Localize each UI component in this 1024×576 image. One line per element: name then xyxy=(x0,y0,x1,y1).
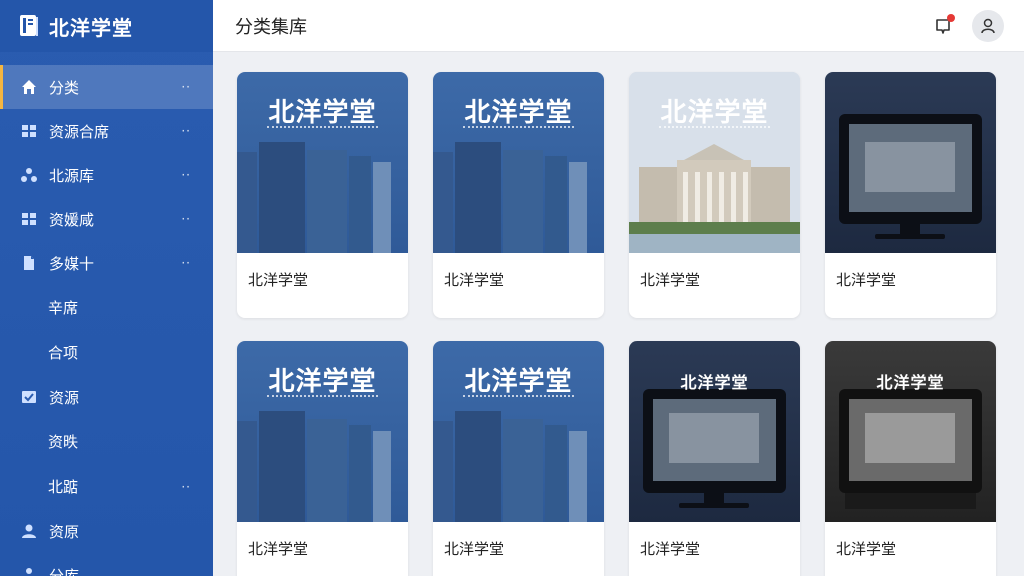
sidebar-subitem-1[interactable]: 辛席 xyxy=(0,285,213,330)
grid-icon xyxy=(20,210,38,228)
card-title: 北洋学堂 xyxy=(444,540,505,558)
sidebar-item-label: 资昳 xyxy=(48,433,79,451)
card-thumbnail: 北洋学堂 xyxy=(433,341,604,522)
sidebar-item-label: 资源合席 xyxy=(49,122,110,141)
sidebar-subitem-3[interactable]: 资昳 xyxy=(0,419,213,464)
cluster-icon xyxy=(20,566,38,576)
sidebar-item-label: 辛席 xyxy=(48,299,79,317)
sidebar-item-resources-collection[interactable]: 资源合席 ·· xyxy=(0,109,213,153)
resource-card[interactable]: 北洋学堂 北洋学堂 xyxy=(237,72,408,318)
sidebar-item-resources-media[interactable]: 资媛咸 ·· xyxy=(0,197,213,241)
thumbnail-title: 北洋学堂 xyxy=(464,98,573,128)
thumbnail-title: 北洋学堂 xyxy=(680,373,749,392)
users-icon xyxy=(20,522,38,540)
sidebar-item-category[interactable]: 分类 ·· xyxy=(0,65,213,109)
notification-badge xyxy=(947,14,955,22)
resource-card[interactable]: 北洋学堂 北洋学堂 xyxy=(433,341,604,576)
app-title: 北洋学堂 xyxy=(49,15,133,40)
book-logo-icon xyxy=(20,15,38,36)
thumbnail-subtitle-line xyxy=(267,395,378,398)
resource-card[interactable]: 北洋学堂 北洋学堂 xyxy=(237,341,408,576)
brand[interactable]: 北洋学堂 xyxy=(0,0,213,52)
thumbnail-subtitle-line xyxy=(659,126,770,129)
thumbnail-title: 北洋学堂 xyxy=(268,98,377,128)
sidebar-item-resource-original[interactable]: 资原 xyxy=(0,509,213,553)
thumbnail-subtitle-line xyxy=(267,126,378,129)
document-icon xyxy=(20,254,38,272)
card-title: 北洋学堂 xyxy=(248,271,309,289)
resource-card[interactable]: 北洋学堂 北洋学堂 xyxy=(825,341,996,576)
card-title: 北洋学堂 xyxy=(248,540,309,558)
card-title: 北洋学堂 xyxy=(836,271,897,289)
user-icon xyxy=(981,18,995,34)
top-actions xyxy=(926,9,1004,43)
card-thumbnail: 北洋学堂 xyxy=(629,72,800,253)
card-title: 北洋学堂 xyxy=(640,271,701,289)
card-thumbnail: 北洋学堂 xyxy=(629,341,800,522)
more-dots[interactable]: ·· xyxy=(181,124,191,138)
thumbnail-title: 北洋学堂 xyxy=(268,367,377,397)
thumbnail-subtitle-line xyxy=(463,395,574,398)
card-title: 北洋学堂 xyxy=(444,271,505,289)
card-thumbnail: 北洋学堂 xyxy=(237,72,408,253)
sidebar-item-label: 分类 xyxy=(49,78,80,97)
sidebar-item-resources[interactable]: 资源 xyxy=(0,375,213,419)
checklist-icon xyxy=(20,388,38,406)
page-title: 分类集库 xyxy=(235,16,307,38)
cluster-icon xyxy=(20,166,38,184)
resource-card[interactable]: 北洋学堂 北洋学堂 xyxy=(629,72,800,318)
thumbnail-title: 北洋学堂 xyxy=(876,373,945,392)
thumbnail-title: 北洋学堂 xyxy=(464,367,573,397)
card-thumbnail: 北洋学堂 xyxy=(433,72,604,253)
sidebar-menu: 分类 ·· 资源合席 ·· 北源库 ·· 资媛咸 ·· 多媒十 ·· 辛席 合项… xyxy=(0,65,213,576)
sidebar-item-label: 资原 xyxy=(49,522,80,541)
more-dots[interactable]: ·· xyxy=(181,168,191,182)
more-dots[interactable]: ·· xyxy=(181,480,191,494)
monitor-illustration xyxy=(839,114,982,239)
more-dots[interactable]: ·· xyxy=(181,80,191,94)
sidebar-item-label: 北源库 xyxy=(49,166,95,185)
resource-card[interactable]: 北洋学堂 北洋学堂 xyxy=(629,341,800,576)
sidebar-item-label: 合项 xyxy=(48,344,79,362)
resource-card[interactable]: 北洋学堂 xyxy=(825,72,996,318)
home-icon xyxy=(20,78,38,96)
sidebar-item-multimedia[interactable]: 多媒十 ·· xyxy=(0,241,213,285)
top-bar: 分类集库 xyxy=(213,0,1024,52)
thumbnail-subtitle-line xyxy=(463,126,574,129)
sidebar-subitem-2[interactable]: 合项 xyxy=(0,330,213,375)
sidebar-item-branch-library[interactable]: 分库 xyxy=(0,553,213,576)
card-thumbnail: 北洋学堂 xyxy=(237,341,408,522)
sidebar-item-label: 北踮 xyxy=(48,478,79,496)
sidebar-item-label: 多媒十 xyxy=(49,254,95,273)
thumbnail-title: 北洋学堂 xyxy=(660,98,769,128)
sidebar-item-source-library[interactable]: 北源库 ·· xyxy=(0,153,213,197)
sidebar-item-label: 分库 xyxy=(49,566,80,576)
sidebar: 北洋学堂 分类 ·· 资源合席 ·· 北源库 ·· 资媛咸 ·· 多媒十 ·· … xyxy=(0,0,213,576)
user-avatar-button[interactable] xyxy=(972,10,1004,42)
card-thumbnail xyxy=(825,72,996,253)
grid-icon xyxy=(20,122,38,140)
notification-button[interactable] xyxy=(926,9,960,43)
more-dots[interactable]: ·· xyxy=(181,256,191,270)
sidebar-item-label: 资媛咸 xyxy=(49,210,95,229)
card-title: 北洋学堂 xyxy=(640,540,701,558)
sidebar-subitem-4[interactable]: 北踮 ·· xyxy=(0,464,213,509)
card-title: 北洋学堂 xyxy=(836,540,897,558)
card-thumbnail: 北洋学堂 xyxy=(825,341,996,522)
sidebar-item-label: 资源 xyxy=(49,388,80,407)
resource-card[interactable]: 北洋学堂 北洋学堂 xyxy=(433,72,604,318)
more-dots[interactable]: ·· xyxy=(181,212,191,226)
